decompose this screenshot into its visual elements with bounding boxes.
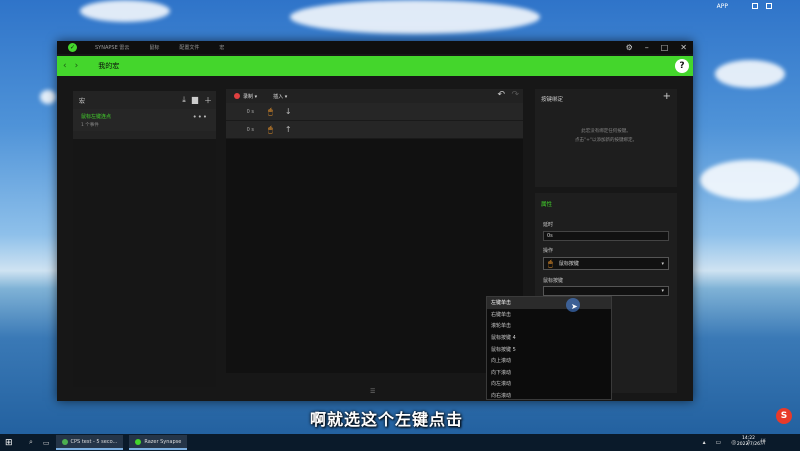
- key-up-icon: ↑: [284, 125, 292, 134]
- mouse-button-select[interactable]: ▾: [543, 286, 669, 296]
- keybinding-hint-text: 点击"+"以添加新的按键绑定。: [575, 138, 637, 143]
- dropdown-option[interactable]: 向右滚动: [487, 390, 611, 402]
- nav-mouse[interactable]: 鼠标: [149, 44, 159, 51]
- keybinding-panel: 按键绑定 + 此宏没有绑定任何按键。 点击"+"以添加新的按键绑定。: [535, 89, 677, 187]
- action-value: 鼠标按键: [558, 261, 579, 267]
- mouse-icon: 🖱: [268, 106, 273, 116]
- taskbar: ⊞ ⌕ ▭ CPS test - 5 seco... Razer Synapse…: [0, 434, 800, 451]
- taskbar-app-cps[interactable]: CPS test - 5 seco...: [55, 435, 124, 450]
- editor-toolbar: 录制 ▾ 插入 ▾ ↶ ↷: [226, 89, 523, 103]
- macro-list-title: 宏: [79, 97, 86, 105]
- clock[interactable]: 14:22 2022/7/26: [737, 436, 760, 448]
- cloud: [700, 160, 800, 200]
- chevron-down-icon: ▾: [661, 288, 664, 294]
- window-controls: ⚙ – □ ✕: [626, 43, 687, 52]
- record-button[interactable]: 录制 ▾: [234, 93, 257, 100]
- maximize-icon[interactable]: □: [661, 43, 669, 52]
- back-forward-icons[interactable]: ‹›: [63, 61, 86, 71]
- title-bar: ✓ SYNAPSE 雷云 鼠标 配置文件 宏 ⚙ – □ ✕: [57, 41, 693, 54]
- event-delay: 0 s: [246, 108, 254, 115]
- razer-logo-icon: ✓: [68, 43, 77, 52]
- macro-list-item[interactable]: 鼠标左键连点 1 个事件 •••: [73, 109, 216, 131]
- cloud: [80, 0, 170, 22]
- delay-label: 延时: [543, 222, 554, 228]
- chevron-down-icon: ▾: [661, 260, 664, 267]
- taskbar-app-synapse[interactable]: Razer Synapse: [129, 435, 188, 450]
- nav-macro[interactable]: 宏: [219, 44, 224, 51]
- video-subtitle: 啊就选这个左键点击: [310, 410, 464, 429]
- search-icon[interactable]: ⌕: [29, 438, 33, 447]
- desktop-tray-label: APP: [716, 3, 728, 10]
- macro-list-panel: 宏 ⤓ ▆ ＋ 鼠标左键连点 1 个事件 •••: [73, 91, 216, 387]
- folder-icon[interactable]: ▆: [192, 95, 198, 106]
- action-label: 操作: [543, 248, 554, 254]
- macro-event-count: 1 个事件: [81, 123, 99, 128]
- nav-brand[interactable]: SYNAPSE 雷云: [95, 44, 129, 51]
- delay-input[interactable]: 0s: [543, 231, 669, 241]
- add-keybinding-icon[interactable]: +: [663, 91, 671, 102]
- dropdown-option[interactable]: 向上滚动: [487, 355, 611, 367]
- watermark-logo-icon: S: [776, 408, 792, 424]
- keybinding-empty-text: 此宏没有绑定任何按键。: [581, 129, 631, 134]
- record-icon: [234, 93, 240, 99]
- key-down-icon: ↓: [284, 107, 292, 116]
- dropdown-option[interactable]: 右键单击: [487, 309, 611, 321]
- tray-close-icon[interactable]: [766, 3, 772, 9]
- cloud: [40, 90, 56, 104]
- mouse-icon: 🖱: [268, 124, 273, 134]
- insert-button[interactable]: 插入 ▾: [273, 93, 287, 100]
- redo-icon: ↷: [511, 90, 519, 100]
- macro-event-row[interactable]: 0 s 🖱 ↓: [226, 103, 523, 121]
- mouse-cursor-icon: ➤: [571, 302, 578, 311]
- dropdown-option[interactable]: 向下滚动: [487, 367, 611, 379]
- import-icon[interactable]: ⤓: [182, 95, 186, 106]
- clock-date: 2022/7/26: [736, 442, 760, 447]
- nav-profiles[interactable]: 配置文件: [179, 44, 199, 51]
- dropdown-option[interactable]: 鼠标按键 5: [487, 343, 611, 355]
- page-title: 我的宏: [98, 62, 120, 70]
- task-view-icon[interactable]: ▭: [43, 439, 50, 447]
- razer-app-icon: [135, 438, 142, 445]
- keybinding-title: 按键绑定: [541, 97, 564, 103]
- macro-list-empty-area: [73, 139, 216, 387]
- mouse-icon: 🖱: [548, 258, 553, 268]
- macro-editor-panel: 录制 ▾ 插入 ▾ ↶ ↷ 0 s 🖱 ↓ 0 s 🖱 ↑: [226, 89, 523, 373]
- macro-event-row[interactable]: 0 s 🖱 ↑: [226, 121, 523, 139]
- dropdown-option[interactable]: 向左滚动: [487, 378, 611, 390]
- windows-start-icon[interactable]: ⊞: [5, 438, 19, 448]
- macro-name: 鼠标左键连点: [81, 114, 112, 120]
- undo-icon[interactable]: ↶: [497, 90, 505, 100]
- action-select[interactable]: 🖱 鼠标按键 ▾: [543, 257, 669, 270]
- cloud: [715, 60, 785, 88]
- mouse-button-label: 鼠标按键: [543, 278, 564, 284]
- panel-toggle-icon[interactable]: ☰: [370, 388, 375, 395]
- help-button[interactable]: ?: [675, 59, 689, 73]
- macro-list-header: 宏 ⤓ ▆ ＋: [73, 91, 216, 109]
- event-delay: 0 s: [246, 126, 254, 133]
- mouse-button-dropdown: 左键单击 右键单击 滚轮单击 鼠标按键 4 鼠标按键 5 向上滚动 向下滚动 向…: [486, 296, 612, 400]
- settings-icon[interactable]: ⚙: [626, 43, 633, 52]
- cloud: [290, 0, 540, 34]
- dropdown-option[interactable]: 左键单击: [487, 297, 611, 309]
- minimize-icon[interactable]: –: [645, 43, 649, 52]
- page-header: ‹› 我的宏 ?: [57, 56, 693, 76]
- properties-title: 属性: [541, 202, 553, 208]
- add-icon[interactable]: ＋: [204, 95, 212, 106]
- more-options-icon[interactable]: •••: [193, 113, 208, 121]
- tray-window-icon[interactable]: [752, 3, 758, 9]
- dropdown-option[interactable]: 鼠标按键 4: [487, 332, 611, 344]
- app-icon: [61, 438, 68, 445]
- dropdown-option[interactable]: 滚轮单击: [487, 320, 611, 332]
- close-icon[interactable]: ✕: [680, 43, 687, 52]
